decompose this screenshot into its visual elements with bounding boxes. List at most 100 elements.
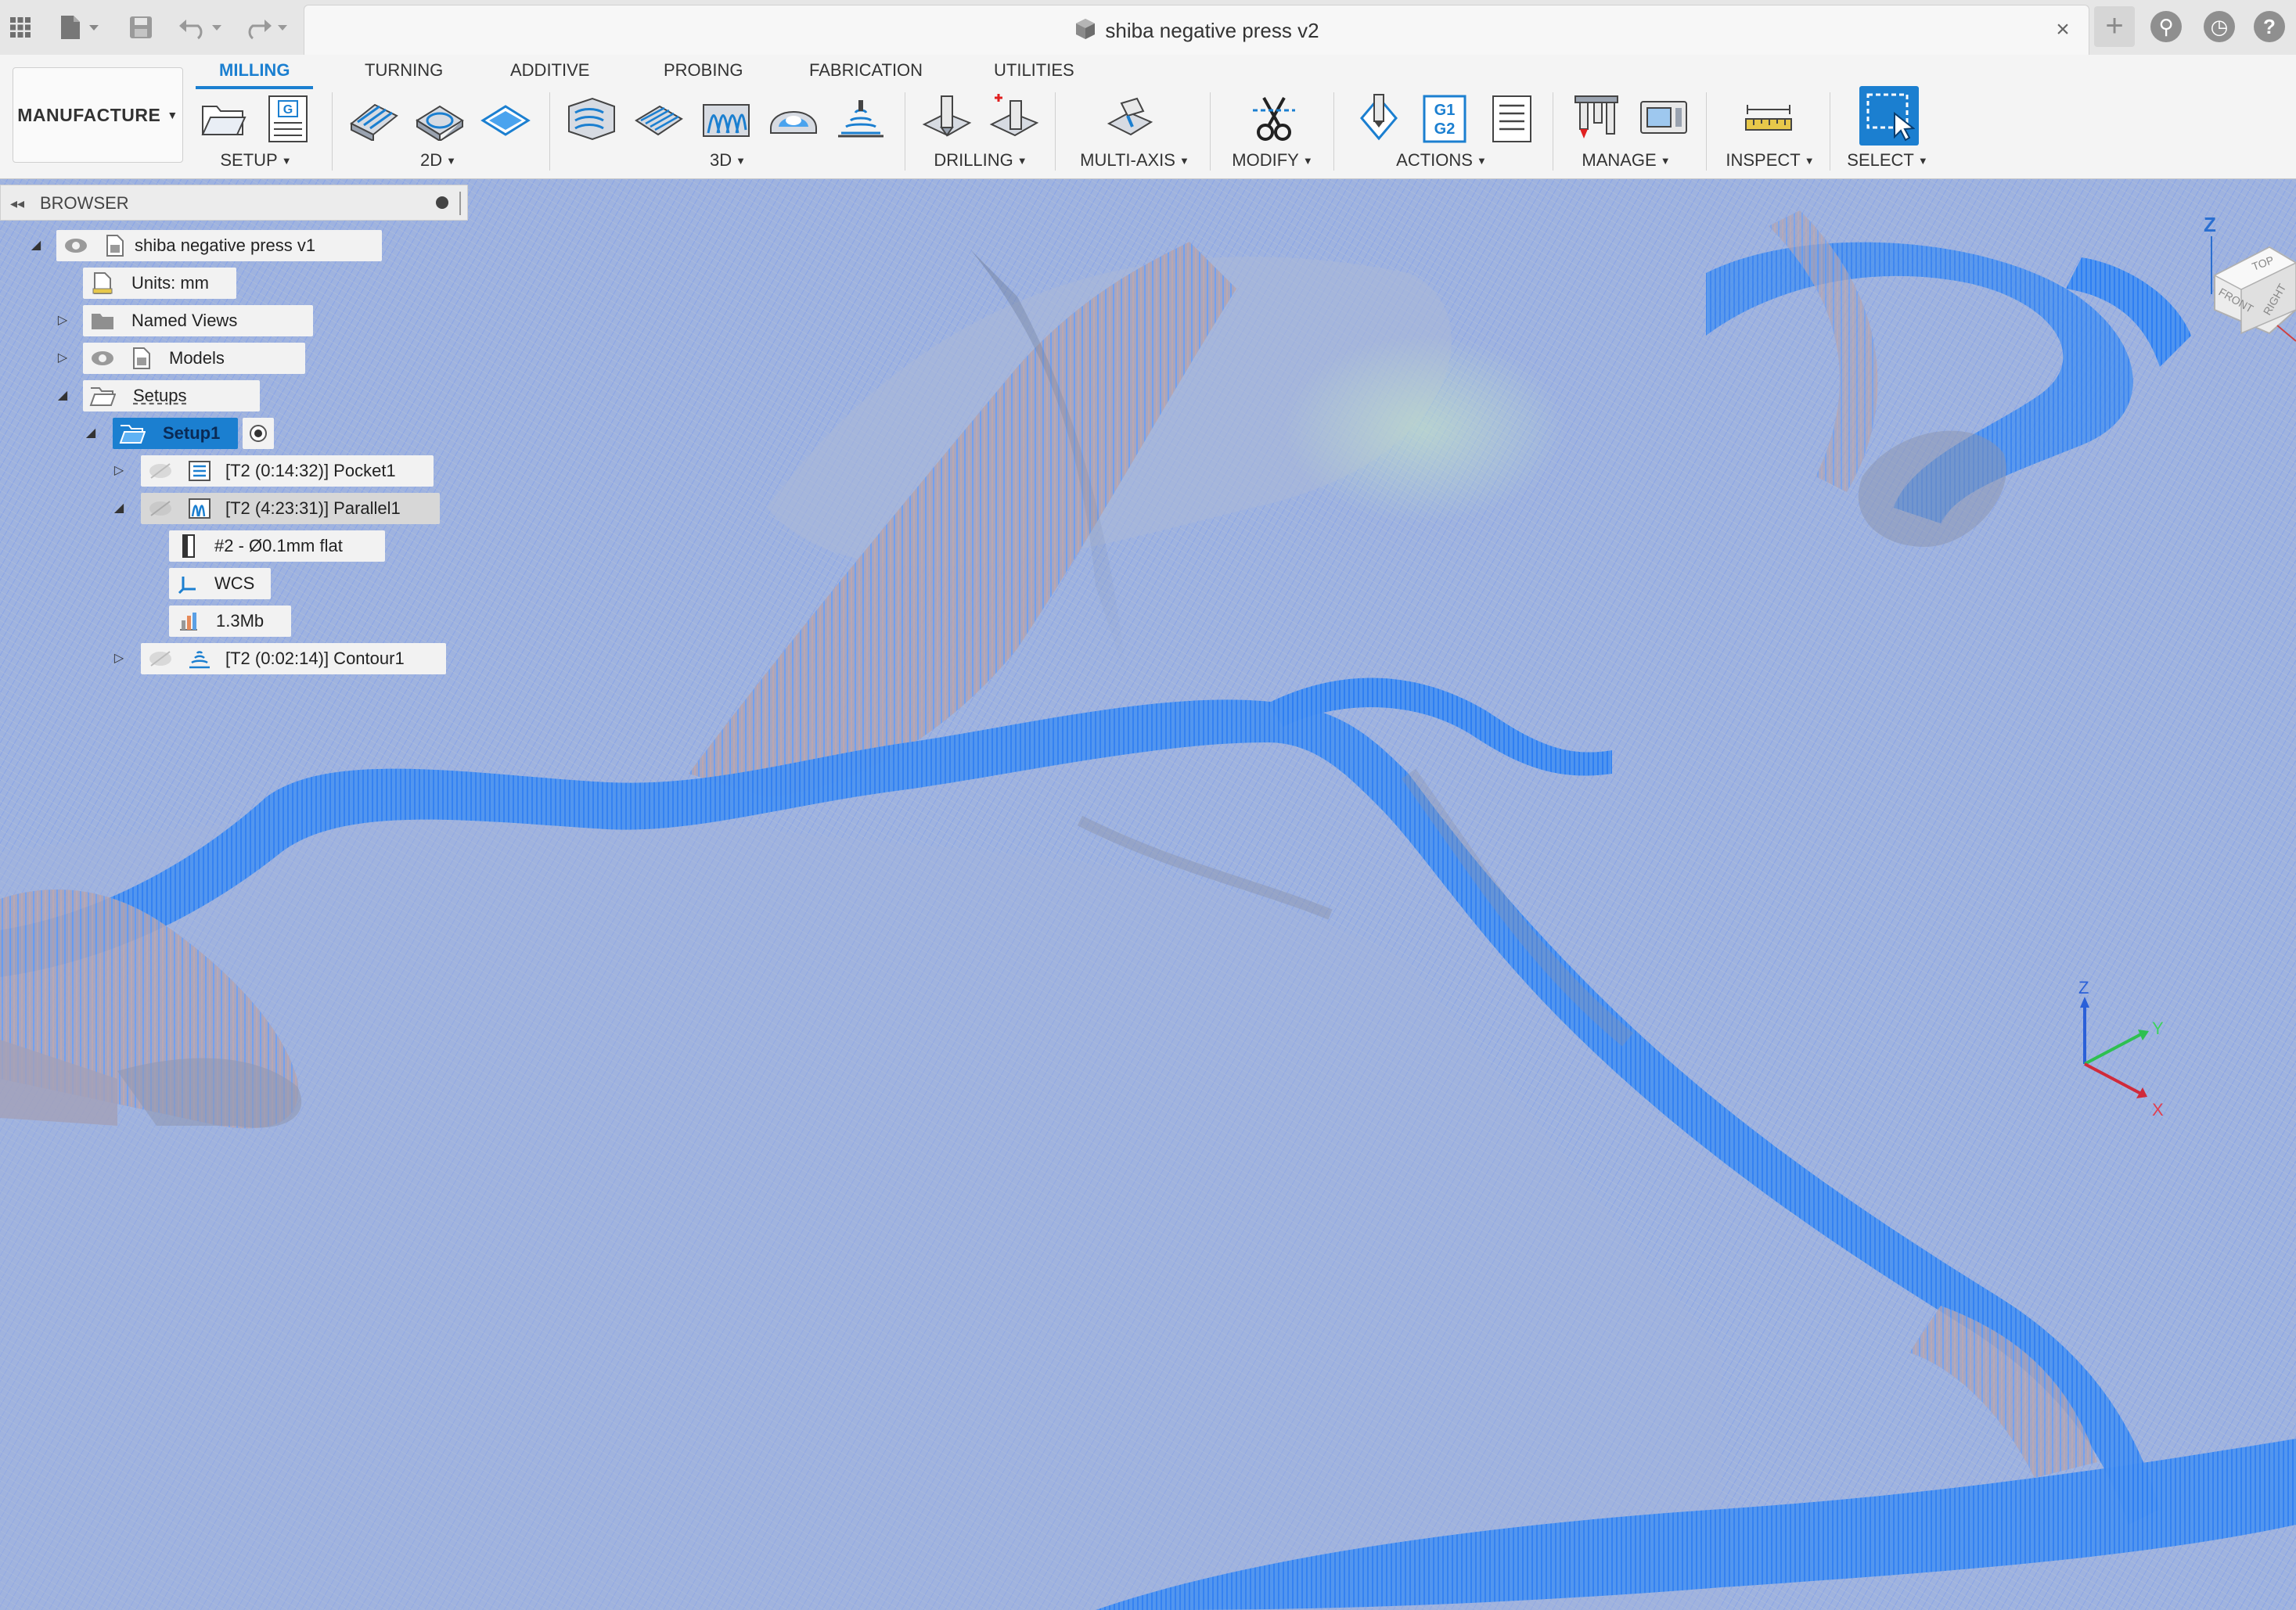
chevron-down-icon: ▼ [1917,155,1928,167]
tree-label: shiba negative press v1 [135,235,316,255]
divider [1333,92,1334,171]
collapsed-triangle-icon[interactable]: ▷ [110,462,128,480]
tab-probing[interactable]: PROBING [664,56,743,84]
select-icon[interactable] [1859,86,1919,146]
divider [332,92,333,171]
tool-library-icon[interactable] [1570,92,1623,146]
toolpath-scene[interactable] [0,179,2296,1610]
hidden-eye-icon[interactable] [147,495,174,522]
minimize-icon[interactable] [436,196,448,209]
multi-axis-icon[interactable] [1103,92,1157,146]
contour-icon[interactable] [834,92,887,146]
adaptive-clearing-3d-icon[interactable] [565,92,618,146]
panel-inspect[interactable]: INSPECT ▼ [1722,149,1819,172]
tool-icon [175,533,202,559]
triad-x-label: X [2152,1100,2164,1119]
pocket-clearing-3d-icon[interactable] [632,92,686,146]
adaptive-clearing-2d-icon[interactable] [413,92,466,146]
hole-recognition-icon[interactable] [988,92,1041,146]
browser-title: BROWSER [40,193,129,213]
tree-label: [T2 (4:23:31)] Parallel1 [225,498,401,518]
machine-library-icon[interactable] [1637,92,1690,146]
divider [1706,92,1707,171]
panel-2d[interactable]: 2D ▼ [399,149,477,172]
svg-text:G: G [283,103,293,117]
tab-turning[interactable]: TURNING [365,56,443,84]
document-tab[interactable]: shiba negative press v2 × [304,5,2089,56]
help-icon[interactable]: ? [2254,11,2285,42]
simulate-icon[interactable] [1352,92,1405,146]
expanded-triangle-icon[interactable]: ◢ [110,499,128,518]
chevron-down-icon: ▼ [1302,155,1313,167]
job-status-icon[interactable]: ◷ [2204,11,2235,42]
post-process-icon[interactable]: G1 G2 [1418,92,1471,146]
tree-label: [T2 (0:02:14)] Contour1 [225,649,405,668]
3d-viewport[interactable] [0,179,2296,1610]
panel-drilling[interactable]: DRILLING ▼ [930,149,1031,172]
activate-radio-icon[interactable] [243,418,274,449]
chevron-down-icon: ▼ [167,109,178,121]
browser-panel-header: ◂◂ BROWSER [0,185,468,221]
close-icon[interactable]: × [2049,16,2076,43]
expanded-triangle-icon[interactable]: ◢ [27,236,45,255]
folder-icon [89,307,116,334]
collapsed-triangle-icon[interactable]: ▷ [53,349,72,368]
chevron-down-icon: ▼ [1660,155,1671,167]
setup-sheet-icon[interactable]: G [261,92,315,146]
collapsed-triangle-icon[interactable]: ▷ [110,649,128,668]
drag-handle[interactable] [459,192,464,215]
view-cube[interactable]: Z TOP FRONT RIGHT [2191,208,2296,365]
collapsed-triangle-icon[interactable]: ▷ [53,311,72,330]
panel-actions[interactable]: ACTIONS ▼ [1393,149,1490,172]
statistics-icon [175,608,202,634]
panel-select[interactable]: SELECT ▼ [1839,149,1936,172]
face-icon[interactable] [347,92,401,146]
parallel-icon[interactable] [700,92,753,146]
file-icon[interactable] [56,8,103,47]
expanded-triangle-icon[interactable]: ◢ [81,424,100,443]
new-folder-icon[interactable] [197,92,250,146]
tab-utilities[interactable]: UTILITIES [994,56,1074,84]
chevron-down-icon: ▼ [446,155,456,167]
triad-y-label: Y [2152,1019,2164,1038]
apps-grid-icon[interactable] [6,8,34,47]
pocket-2d-icon[interactable] [479,92,532,146]
scallop-icon[interactable] [767,92,820,146]
hidden-eye-icon[interactable] [147,458,174,484]
save-icon[interactable] [125,8,157,47]
setup-sheet-doc-icon[interactable] [1485,92,1538,146]
eye-icon[interactable] [89,345,116,372]
tree-label: Units: mm [131,273,209,293]
drill-icon[interactable] [920,92,973,146]
panel-setup[interactable]: SETUP ▼ [213,149,299,172]
tab-fabrication[interactable]: FABRICATION [809,56,923,84]
tree-label: WCS [214,573,255,593]
tab-additive[interactable]: ADDITIVE [510,56,589,84]
tab-milling[interactable]: MILLING [195,56,315,89]
tree-label: 1.3Mb [216,611,265,631]
undo-icon[interactable] [177,8,229,47]
axis-triad: Z Y X [2066,962,2168,1119]
measure-icon[interactable] [1742,92,1795,146]
expanded-triangle-icon[interactable]: ◢ [53,386,72,405]
pocket-toolpath-icon [186,458,213,484]
document-icon [128,345,155,372]
eye-icon[interactable] [63,232,89,259]
panel-manage[interactable]: MANAGE ▼ [1573,149,1679,172]
scissors-icon[interactable] [1247,92,1301,146]
collapse-icon[interactable]: ◂◂ [7,193,27,214]
document-title: shiba negative press v2 [304,16,2089,45]
svg-text:G1: G1 [1434,102,1456,119]
setup-folder-icon [119,420,146,447]
workspace-switcher-button[interactable]: MANUFACTURE ▼ [13,67,183,163]
hidden-eye-icon[interactable] [147,645,174,672]
redo-icon[interactable] [239,8,294,47]
tree-label: Setup1 [163,423,221,443]
panel-multi-axis[interactable]: MULTI-AXIS ▼ [1072,149,1197,172]
panel-3d[interactable]: 3D ▼ [689,149,767,172]
plus-icon[interactable]: + [2094,6,2135,47]
tree-label: #2 - Ø0.1mm flat [214,536,343,555]
svg-text:G2: G2 [1434,120,1456,138]
panel-modify[interactable]: MODIFY ▼ [1225,149,1319,172]
extensions-icon[interactable]: ⚲ [2150,11,2182,42]
